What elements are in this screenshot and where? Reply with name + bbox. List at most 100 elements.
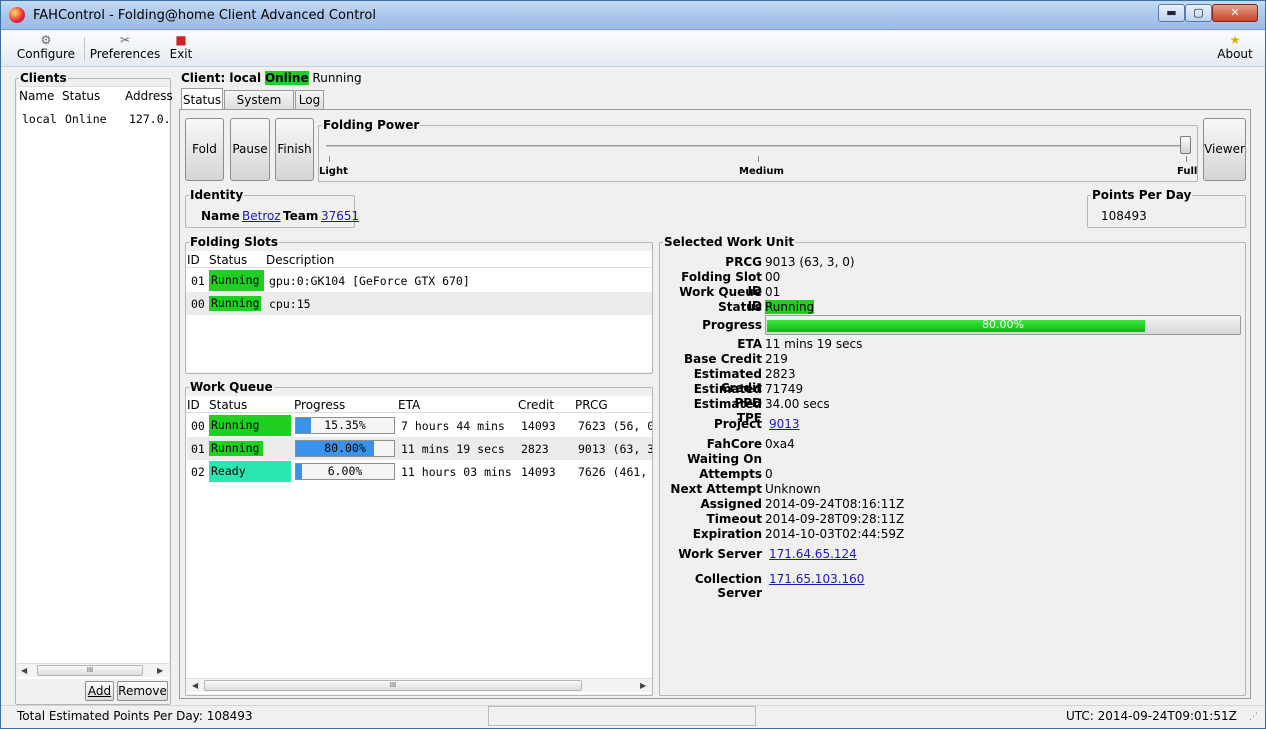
resize-grip-icon[interactable]: ⋰: [1249, 712, 1258, 722]
slots-col-status[interactable]: Status: [209, 253, 247, 267]
slots-header: [186, 251, 652, 268]
title-bar[interactable]: FAHControl - Folding@home Client Advance…: [1, 1, 1265, 30]
slot-id: 01: [191, 274, 205, 288]
queue-row[interactable]: 02 Ready 6.00% 11 hours 03 mins 14093 76…: [187, 460, 652, 483]
queue-hscroll[interactable]: ◀ III ▶: [186, 678, 652, 692]
scroll-right-icon[interactable]: ▶: [157, 664, 163, 677]
wu-waiting-label: Waiting On: [687, 452, 762, 466]
exit-label: Exit: [169, 47, 193, 61]
wu-status-badge: Running: [765, 300, 815, 314]
queue-status-badge: Running: [209, 441, 263, 456]
wu-project-link[interactable]: 9013: [769, 417, 800, 431]
clients-hscroll[interactable]: ◀ III ▶: [17, 663, 169, 677]
exit-button[interactable]: ■ Exit: [167, 33, 195, 65]
scroll-left-icon[interactable]: ◀: [192, 679, 198, 692]
wu-next-attempt-label: Next Attempt: [670, 482, 762, 496]
clients-col-address[interactable]: Address: [125, 89, 173, 103]
queue-col-progress[interactable]: Progress: [294, 398, 345, 412]
clients-col-status[interactable]: Status: [62, 89, 100, 103]
tab-log[interactable]: Log: [295, 90, 324, 110]
wu-timeout-label: Timeout: [706, 512, 762, 526]
queue-row[interactable]: 00 Running 15.35% 7 hours 44 mins 14093 …: [187, 414, 652, 437]
tools-icon: ✂: [119, 33, 131, 47]
toolbar: ⚙ Configure ✂ Preferences ■ Exit ★ About: [1, 31, 1265, 67]
wu-progress-bar: 80.00%: [765, 315, 1241, 335]
identity-name-link[interactable]: Betroz: [242, 209, 281, 223]
power-light-label: Light: [319, 166, 348, 177]
add-client-button[interactable]: Add: [85, 681, 114, 701]
queue-status-badge: Running: [209, 415, 291, 436]
queue-row[interactable]: 01 Running 80.00% 11 mins 19 secs 2823 9…: [187, 437, 652, 460]
scroll-right-icon[interactable]: ▶: [640, 679, 646, 692]
slots-col-id[interactable]: ID: [187, 253, 200, 267]
wu-assigned-label: Assigned: [700, 497, 762, 511]
folding-power-track[interactable]: [326, 145, 1188, 147]
preferences-button[interactable]: ✂ Preferences: [89, 33, 161, 65]
queue-col-status[interactable]: Status: [209, 398, 247, 412]
client-row[interactable]: local Online 127.0.: [17, 109, 171, 131]
clients-col-name[interactable]: Name: [19, 89, 54, 103]
identity-legend: Identity: [190, 188, 244, 202]
queue-id: 02: [191, 465, 205, 479]
wu-est-tpf: 34.00 secs: [765, 397, 830, 411]
clients-scroll-thumb[interactable]: III: [37, 665, 143, 676]
close-button[interactable]: ✕: [1212, 4, 1258, 22]
client-status: Online: [65, 112, 107, 126]
tick-full: [1186, 156, 1187, 162]
wu-work-server-link[interactable]: 171.64.65.124: [769, 547, 857, 561]
queue-col-id[interactable]: ID: [187, 398, 200, 412]
wu-base-credit: 219: [765, 352, 788, 366]
wrench-gear-icon: ⚙: [40, 33, 52, 47]
configure-button[interactable]: ⚙ Configure: [13, 33, 79, 65]
queue-eta: 11 hours 03 mins: [401, 465, 512, 479]
minimize-button[interactable]: ▬: [1158, 4, 1185, 22]
wu-base-credit-label: Base Credit: [683, 352, 762, 366]
wu-queue: 01: [765, 285, 781, 299]
wu-collection-server-link[interactable]: 171.65.103.160: [769, 572, 864, 586]
wu-est-ppd: 71749: [765, 382, 804, 396]
queue-credit: 14093: [521, 419, 556, 433]
queue-col-eta[interactable]: ETA: [398, 398, 420, 412]
pause-button[interactable]: Pause: [230, 118, 270, 181]
queue-scroll-thumb[interactable]: III: [204, 680, 582, 691]
slot-row[interactable]: 01 Running gpu:0:GK104 [GeForce GTX 670]: [186, 269, 652, 292]
wu-status-label: Status: [718, 300, 762, 314]
window-title: FAHControl - Folding@home Client Advance…: [33, 8, 376, 23]
clients-list[interactable]: Name Status Address local Online 127.0. …: [17, 86, 173, 679]
identity-team-label: Team: [283, 209, 319, 223]
wu-project-label: Project: [713, 417, 762, 431]
queue-prcg: 7626 (461,: [578, 465, 648, 479]
viewer-button[interactable]: Viewer: [1203, 118, 1246, 181]
slot-id: 00: [191, 297, 205, 311]
maximize-button[interactable]: ▢: [1185, 4, 1212, 22]
identity-team-link[interactable]: 37651: [321, 209, 359, 223]
about-button[interactable]: ★ About: [1215, 33, 1255, 65]
slot-row[interactable]: 00 Running cpu:15: [186, 292, 652, 315]
finish-button[interactable]: Finish: [275, 118, 314, 181]
tick-medium: [758, 156, 759, 162]
folding-logo-icon: [9, 7, 25, 23]
slots-col-description[interactable]: Description: [266, 253, 334, 267]
tab-system-info[interactable]: System Info: [224, 90, 294, 126]
ppd-legend: Points Per Day: [1092, 188, 1192, 202]
fold-button[interactable]: Fold: [185, 118, 224, 181]
queue-col-prcg[interactable]: PRCG: [575, 398, 608, 412]
client-header: Client: local Online Running: [181, 71, 362, 85]
scroll-left-icon[interactable]: ◀: [21, 664, 27, 677]
wu-prcg-label: PRCG: [725, 255, 762, 269]
wu-next-attempt: Unknown: [765, 482, 821, 496]
wu-fahcore: 0xa4: [765, 437, 795, 451]
preferences-label: Preferences: [89, 47, 161, 61]
queue-credit: 14093: [521, 465, 556, 479]
wu-slot: 00: [765, 270, 781, 284]
wu-fahcore-label: FahCore: [706, 437, 762, 451]
folding-power-slider-thumb[interactable]: [1180, 136, 1191, 154]
work-queue-list[interactable]: ID Status Progress ETA Credit PRCG 00 Ru…: [186, 396, 652, 694]
queue-col-credit[interactable]: Credit: [518, 398, 554, 412]
folding-slots-list[interactable]: ID Status Description 01 Running gpu:0:G…: [186, 251, 652, 372]
tab-status[interactable]: Status: [181, 88, 223, 110]
remove-client-button[interactable]: Remove: [117, 681, 168, 701]
wu-progress-text: 80.00%: [982, 318, 1024, 331]
tick-light: [329, 156, 330, 162]
client-address: 127.0.: [129, 112, 171, 126]
